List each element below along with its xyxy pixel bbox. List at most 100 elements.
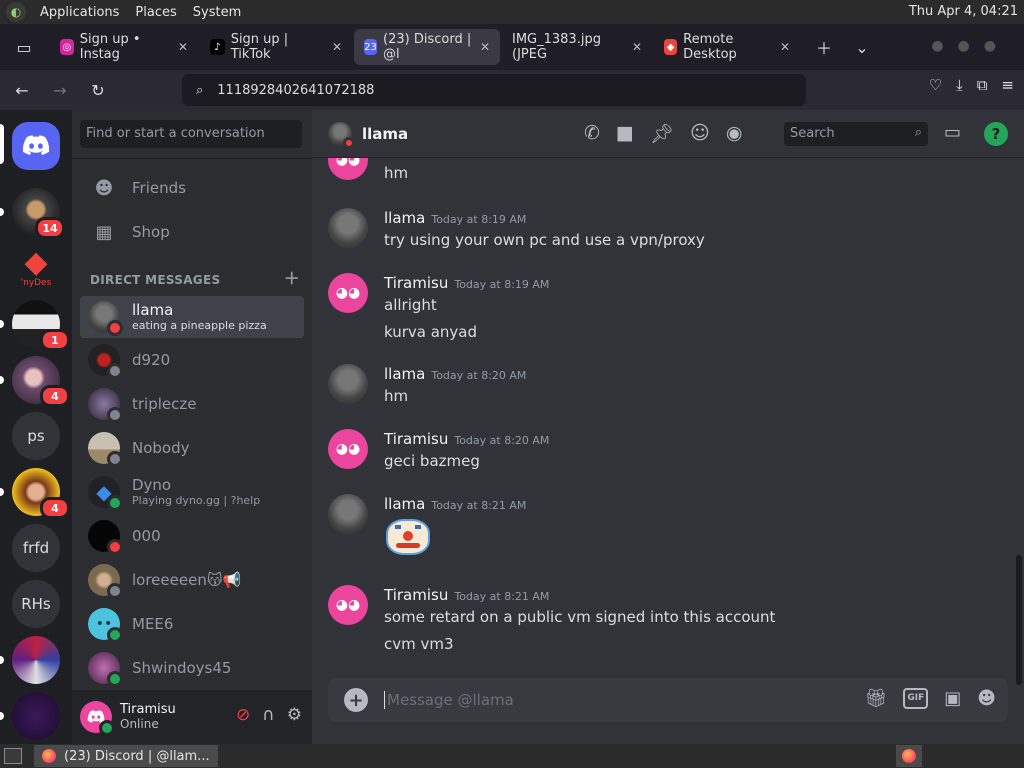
avatar bbox=[88, 564, 123, 599]
friends-nav[interactable]: ☻ Friends bbox=[80, 167, 304, 209]
url-bar[interactable]: ⌕ 1118928402641072188 bbox=[182, 74, 806, 106]
inbox-icon[interactable]: ▭ bbox=[944, 122, 961, 143]
scrollbar[interactable] bbox=[1016, 555, 1022, 685]
show-desktop-icon[interactable] bbox=[4, 748, 22, 764]
user-profile-icon[interactable]: ◉ bbox=[726, 122, 743, 145]
close-icon[interactable]: ✕ bbox=[780, 40, 790, 54]
message-text: kurva anyad bbox=[384, 323, 478, 341]
server-frfd[interactable]: frfd bbox=[12, 524, 60, 572]
user-info[interactable]: Tiramisu Online bbox=[120, 702, 176, 730]
forward-icon[interactable]: → bbox=[44, 74, 76, 106]
voice-call-icon[interactable]: ✆ bbox=[584, 122, 600, 145]
url-text: 1118928402641072188 bbox=[217, 82, 375, 98]
dm-item-dyno[interactable]: ◆ Dyno Playing dyno.gg | ?help bbox=[80, 471, 304, 513]
dm-item-000[interactable]: 000 bbox=[80, 515, 304, 557]
back-icon[interactable]: ← bbox=[6, 74, 38, 106]
dm-item-nobody[interactable]: Nobody bbox=[80, 427, 304, 469]
tab-overview-icon[interactable]: ▭ bbox=[8, 31, 40, 63]
pinned-messages-icon[interactable]: 📌︎ bbox=[650, 122, 674, 145]
shop-icon: ▦ bbox=[95, 221, 113, 243]
message-author[interactable]: llama bbox=[384, 209, 425, 227]
headphones-icon[interactable]: ∩ bbox=[262, 705, 274, 725]
tab-discord[interactable]: 23 (23) Discord | @l ✕ bbox=[354, 29, 500, 65]
anydesk-icon: ◆ bbox=[664, 39, 678, 55]
tray-firefox[interactable] bbox=[896, 745, 922, 767]
menu-applications[interactable]: Applications bbox=[32, 5, 127, 20]
download-icon[interactable]: ⤓ bbox=[956, 76, 963, 94]
shop-nav[interactable]: ▦ Shop bbox=[80, 211, 304, 253]
firefox-icon bbox=[902, 749, 916, 763]
close-icon[interactable]: ✕ bbox=[632, 40, 642, 54]
message-text: geci bazmeg bbox=[384, 452, 480, 470]
find-conversation-input[interactable]: Find or start a conversation bbox=[80, 120, 302, 148]
mention-badge: 4 bbox=[40, 497, 70, 519]
avatar: ◕◕ bbox=[328, 585, 368, 625]
close-icon[interactable]: ✕ bbox=[480, 40, 490, 54]
close-icon[interactable]: ✕ bbox=[332, 40, 342, 54]
avatar bbox=[328, 208, 368, 248]
avatar bbox=[328, 121, 355, 149]
dm-item-mee6[interactable]: •• MEE6 bbox=[80, 603, 304, 645]
clock[interactable]: Thu Apr 4, 04:21 bbox=[909, 4, 1018, 19]
user-avatar[interactable] bbox=[80, 701, 115, 736]
gift-icon[interactable]: 🎁︎ bbox=[864, 688, 887, 709]
menu-places[interactable]: Places bbox=[127, 5, 184, 20]
server-avatar-6[interactable] bbox=[12, 692, 60, 740]
create-dm-icon[interactable]: ＋ bbox=[284, 271, 300, 287]
shop-label: Shop bbox=[132, 223, 170, 241]
reload-icon[interactable]: ↻ bbox=[82, 74, 114, 106]
tab-tiktok[interactable]: ♪ Sign up | TikTok ✕ bbox=[200, 29, 352, 65]
emoji-icon[interactable]: ☻ bbox=[977, 688, 996, 709]
help-icon[interactable]: ? bbox=[984, 122, 1008, 146]
dm-name: 000 bbox=[132, 526, 161, 545]
dm-item-loreeeeen[interactable]: loreeeeen😽📢 bbox=[80, 559, 304, 601]
taskbar-window-discord[interactable]: (23) Discord | @llam... bbox=[34, 745, 218, 767]
message-text: hm bbox=[384, 164, 409, 182]
divider bbox=[72, 158, 312, 159]
server-avatar-5[interactable] bbox=[12, 636, 60, 684]
list-tabs-icon[interactable]: ⌄ bbox=[846, 31, 878, 63]
server-anydesk[interactable]: ◆ 'nyDes bbox=[12, 244, 60, 292]
dm-name: Shwindoys45 bbox=[132, 658, 232, 677]
offline-status-icon bbox=[107, 451, 123, 467]
tab-instagram[interactable]: ◎ Sign up • Instag ✕ bbox=[50, 29, 198, 65]
chat-search-input[interactable]: Search ⌕ bbox=[784, 122, 928, 146]
message-input[interactable]: Message @llama bbox=[384, 691, 514, 709]
gif-icon[interactable]: GIF bbox=[903, 688, 929, 709]
home-button[interactable] bbox=[12, 122, 60, 170]
sticker-icon[interactable]: ▣ bbox=[944, 688, 961, 709]
server-rhs[interactable]: RHs bbox=[12, 580, 60, 628]
tab-remote-desktop[interactable]: ◆ Remote Desktop ✕ bbox=[654, 29, 800, 65]
settings-gear-icon[interactable]: ⚙ bbox=[287, 705, 302, 725]
message-author[interactable]: Tiramisu bbox=[384, 274, 448, 292]
message-composer[interactable]: + Message @llama 🎁︎ GIF ▣ ☻ bbox=[328, 678, 1008, 722]
dm-item-llama[interactable]: llama eating a pineapple pizza bbox=[80, 296, 304, 338]
dm-item-d920[interactable]: d920 bbox=[80, 339, 304, 381]
new-tab-icon[interactable]: ＋ bbox=[808, 31, 840, 63]
discord-app: 14 ◆ 'nyDes 1 4 ps 4 frfd RHs Find or st… bbox=[0, 110, 1024, 744]
dm-name: llama bbox=[132, 300, 174, 319]
dm-item-shwindoys45[interactable]: Shwindoys45 bbox=[80, 647, 304, 689]
menu-system[interactable]: System bbox=[185, 5, 249, 20]
dm-item-triplecze[interactable]: triplecze bbox=[80, 383, 304, 425]
upload-plus-icon[interactable]: + bbox=[344, 688, 368, 712]
message-author[interactable]: llama bbox=[384, 495, 425, 513]
server-label: 'nyDes bbox=[20, 278, 52, 288]
unread-indicator bbox=[0, 208, 4, 216]
pocket-icon[interactable]: ♡ bbox=[929, 76, 942, 94]
server-ps[interactable]: ps bbox=[12, 412, 60, 460]
extensions-icon[interactable]: ⧉ bbox=[977, 76, 988, 94]
clown-face-emoji[interactable] bbox=[384, 517, 432, 557]
close-icon[interactable]: ✕ bbox=[178, 40, 188, 54]
browser-nav-bar: ← → ↻ ⌕ 1118928402641072188 ♡ ⤓ ⧉ ≡ bbox=[0, 70, 1024, 110]
video-call-icon[interactable]: ■ bbox=[616, 122, 634, 145]
message-author[interactable]: Tiramisu bbox=[384, 586, 448, 604]
distro-logo-icon[interactable]: ◐ bbox=[6, 2, 26, 22]
message-author[interactable]: llama bbox=[384, 365, 425, 383]
mute-mic-icon[interactable]: ⊘ bbox=[236, 705, 250, 725]
add-friends-to-dm-icon[interactable]: ☺ bbox=[690, 122, 710, 145]
user-controls: ⊘ ∩ ⚙ bbox=[236, 705, 302, 725]
message-author[interactable]: Tiramisu bbox=[384, 430, 448, 448]
tab-image[interactable]: IMG_1383.jpg (JPEG ✕ bbox=[502, 29, 652, 65]
hamburger-menu-icon[interactable]: ≡ bbox=[1001, 76, 1014, 94]
